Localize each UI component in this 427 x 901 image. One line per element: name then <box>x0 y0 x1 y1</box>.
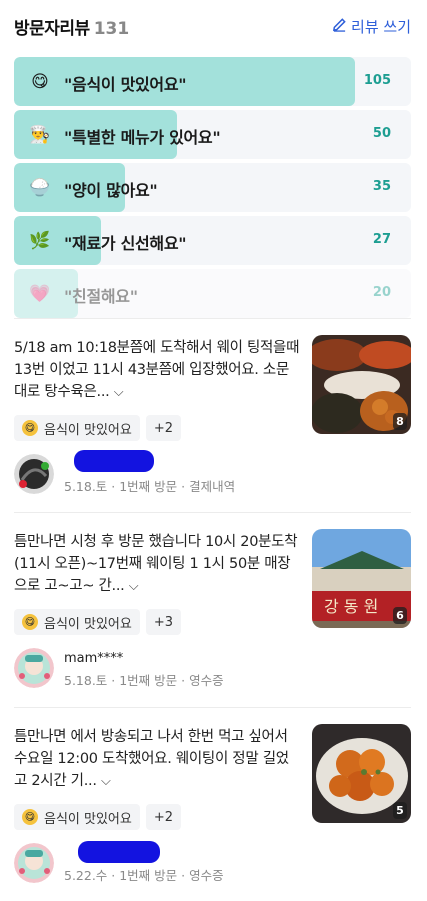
rice-bowl-icon: 🍚 <box>29 178 51 198</box>
keyword-stats: 😋 "음식이 맛있어요" 105 👨‍🍳 "특별한 메뉴가 있어요" 50 🍚 … <box>14 57 411 322</box>
heart-icon: 💗 <box>29 284 51 304</box>
review-header: 방문자리뷰 131 리뷰 쓰기 <box>14 12 411 40</box>
keyword-stat-row[interactable]: 🌿 "재료가 신선해요" 27 <box>14 216 411 265</box>
review-text: 5/18 am 10:18분쯤에 도착해서 웨이 팅적을때 13번 이었고 11… <box>14 340 300 400</box>
keyword-stat-row[interactable]: 🍚 "양이 많아요" 35 <box>14 163 411 212</box>
stat-count: 20 <box>372 285 391 300</box>
review-text-container[interactable]: 틈만나면 에서 방송되고 나서 한번 먹고 싶어서 수요일 12:00 도착했어… <box>14 726 300 793</box>
visit-count: 1번째 방문 <box>119 868 178 883</box>
tag-label: 음식이 맛있어요 <box>44 422 132 438</box>
more-tags-button[interactable]: +2 <box>145 804 182 830</box>
visit-date: 5.18.토 <box>64 673 108 688</box>
review-text-container[interactable]: 틈만나면 시청 후 방문 했습니다 10시 20분도착(11시 오픈)~17번째… <box>14 531 300 598</box>
redaction-mark <box>78 841 160 863</box>
stat-label: "특별한 메뉴가 있어요" <box>64 128 221 147</box>
redaction-mark <box>74 450 154 472</box>
stat-count: 35 <box>372 179 391 194</box>
review-meta: 5.18.토 · 1번째 방문 · 영수증 <box>64 673 224 688</box>
keyword-stat-row[interactable]: 💗 "친절해요" 20 <box>14 269 411 318</box>
proof-type: 결제내역 <box>189 479 236 494</box>
review-photo[interactable]: 8 <box>312 335 411 434</box>
review-photo[interactable]: 5 <box>312 724 411 823</box>
write-review-button[interactable]: 리뷰 쓰기 <box>332 16 411 37</box>
review-text: 틈만나면 시청 후 방문 했습니다 10시 20분도착(11시 오픈)~17번째… <box>14 534 298 594</box>
review-item: 틈만나면 에서 방송되고 나서 한번 먹고 싶어서 수요일 12:00 도착했어… <box>14 707 411 901</box>
photo-count-badge: 5 <box>393 802 407 819</box>
stat-label: "재료가 신선해요" <box>64 234 187 253</box>
review-author: mam**** 5.18.토 · 1번째 방문 · 영수증 <box>14 648 411 688</box>
chevron-down-icon[interactable]: ⌵ <box>114 382 126 404</box>
proof-type: 영수증 <box>189 673 224 688</box>
avatar[interactable] <box>14 843 54 883</box>
avatar[interactable] <box>14 454 54 494</box>
keyword-tag[interactable]: 😋 음식이 맛있어요 <box>14 609 140 635</box>
visit-date: 5.18.토 <box>64 479 108 494</box>
avatar[interactable] <box>14 648 54 688</box>
review-item: 틈만나면 시청 후 방문 했습니다 10시 20분도착(11시 오픈)~17번째… <box>14 512 411 704</box>
visit-count: 1번째 방문 <box>119 673 178 688</box>
pencil-icon <box>332 17 347 36</box>
more-tags-button[interactable]: +3 <box>145 609 182 635</box>
visit-count: 1번째 방문 <box>119 479 178 494</box>
review-item: 5/18 am 10:18분쯤에 도착해서 웨이 팅적을때 13번 이었고 11… <box>14 318 411 508</box>
review-photo[interactable]: 강 동 원 6 <box>312 529 411 628</box>
review-text: 틈만나면 에서 방송되고 나서 한번 먹고 싶어서 수요일 12:00 도착했어… <box>14 729 289 789</box>
taste-emoji-icon: 😋 <box>22 420 38 436</box>
review-tags: 😋 음식이 맛있어요 +2 <box>14 415 182 441</box>
visit-date: 5.22.수 <box>64 868 108 883</box>
taste-emoji-icon: 😋 <box>31 72 49 92</box>
stat-label: "양이 많아요" <box>64 181 158 200</box>
stat-count: 105 <box>363 73 391 88</box>
chevron-down-icon[interactable]: ⌵ <box>129 576 141 598</box>
write-review-label: 리뷰 쓰기 <box>351 17 411 36</box>
stat-count: 27 <box>372 232 391 247</box>
review-meta: 5.22.수 · 1번째 방문 · 영수증 <box>64 868 224 883</box>
review-tags: 😋 음식이 맛있어요 +2 <box>14 804 182 830</box>
review-author: 5.18.토 · 1번째 방문 · 결제내역 <box>14 450 411 494</box>
keyword-tag[interactable]: 😋 음식이 맛있어요 <box>14 415 140 441</box>
review-text-container[interactable]: 5/18 am 10:18분쯤에 도착해서 웨이 팅적을때 13번 이었고 11… <box>14 337 300 404</box>
chevron-down-icon[interactable]: ⌵ <box>101 771 113 793</box>
review-author: 5.22.수 · 1번째 방문 · 영수증 <box>14 841 411 883</box>
taste-emoji-icon: 😋 <box>22 614 38 630</box>
author-name[interactable]: mam**** <box>64 651 123 666</box>
review-tags: 😋 음식이 맛있어요 +3 <box>14 609 182 635</box>
keyword-stat-row[interactable]: 👨‍🍳 "특별한 메뉴가 있어요" 50 <box>14 110 411 159</box>
keyword-stat-row[interactable]: 😋 "음식이 맛있어요" 105 <box>14 57 411 106</box>
tag-label: 음식이 맛있어요 <box>44 811 132 827</box>
keyword-tag[interactable]: 😋 음식이 맛있어요 <box>14 804 140 830</box>
taste-emoji-icon: 😋 <box>22 809 38 825</box>
stat-count: 50 <box>372 126 391 141</box>
review-meta: 5.18.토 · 1번째 방문 · 결제내역 <box>64 479 236 494</box>
review-title-group: 방문자리뷰 131 <box>14 14 129 39</box>
proof-type: 영수증 <box>189 868 224 883</box>
stat-label: "음식이 맛있어요" <box>64 75 187 94</box>
tag-label: 음식이 맛있어요 <box>44 616 132 632</box>
chef-icon: 👨‍🍳 <box>29 125 51 145</box>
leaf-icon: 🌿 <box>29 231 51 251</box>
review-count: 131 <box>93 18 130 39</box>
stat-label: "친절해요" <box>64 287 138 306</box>
svg-text:강 동 원: 강 동 원 <box>324 597 378 616</box>
photo-count-badge: 6 <box>393 607 407 624</box>
more-tags-button[interactable]: +2 <box>145 415 182 441</box>
photo-count-badge: 8 <box>393 413 407 430</box>
page-title: 방문자리뷰 <box>14 18 90 39</box>
